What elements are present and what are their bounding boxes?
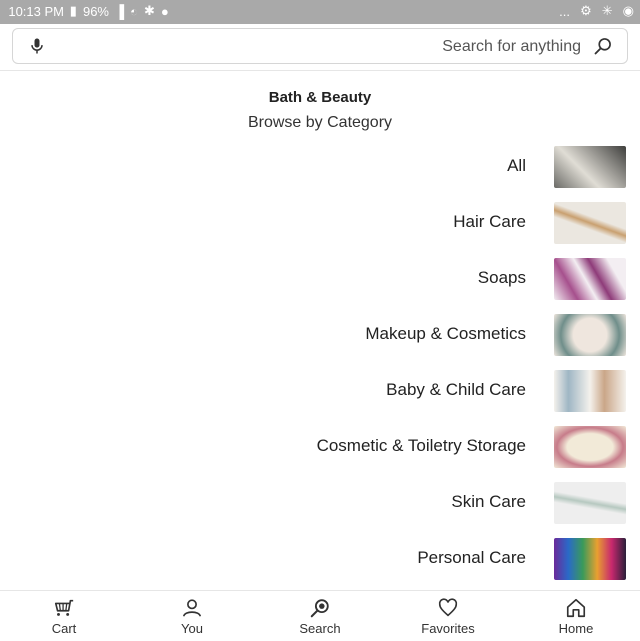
category-row-soaps[interactable]: Soaps bbox=[0, 252, 640, 308]
signal-icon: ▌ bbox=[114, 3, 125, 19]
heart-icon bbox=[438, 598, 458, 617]
status-time: 10:13 PM bbox=[8, 3, 64, 19]
settings-icon: ⚙ bbox=[580, 3, 592, 18]
category-thumbnail bbox=[554, 258, 626, 300]
category-thumbnail bbox=[554, 146, 626, 188]
category-row-hair-care[interactable]: Hair Care bbox=[0, 196, 640, 252]
category-label: Baby & Child Care bbox=[386, 380, 526, 399]
search-icon bbox=[310, 599, 329, 618]
person-icon bbox=[182, 599, 202, 617]
search-icon bbox=[594, 38, 611, 55]
category-label: Makeup & Cosmetics bbox=[365, 324, 526, 343]
location-icon: ◉ bbox=[622, 3, 634, 18]
search-bar[interactable] bbox=[12, 28, 628, 64]
category-thumbnail bbox=[554, 370, 626, 412]
category-thumbnail bbox=[554, 202, 626, 244]
nav-home[interactable]: Home bbox=[512, 591, 640, 641]
category-thumbnail bbox=[554, 314, 626, 356]
app-screen: ◉ ✳ ⚙ ... ● ✱ ◔ ▌ 96% ▮ 10:13 PM Bath & … bbox=[0, 0, 640, 641]
category-label: Hair Care bbox=[453, 212, 526, 231]
category-row-baby-child-care[interactable]: Baby & Child Care bbox=[0, 364, 640, 420]
battery-percent: 96% bbox=[82, 3, 109, 19]
nav-label: Favorites bbox=[421, 621, 475, 636]
location-icon: ● bbox=[160, 3, 169, 19]
category-label: All bbox=[507, 156, 526, 175]
nav-label: Home bbox=[558, 621, 594, 636]
category-label: Personal Care bbox=[417, 548, 526, 567]
status-right: ● ✱ ◔ ▌ 96% ▮ 10:13 PM bbox=[8, 3, 169, 19]
fan-icon: ✳ bbox=[601, 3, 613, 18]
microphone-icon[interactable] bbox=[27, 36, 47, 56]
category-label: Soaps bbox=[477, 268, 526, 287]
category-list: All Hair Care Soaps Makeup & Cosmetics B… bbox=[0, 140, 640, 588]
nav-label: Search bbox=[299, 621, 341, 636]
nav-search[interactable]: Search bbox=[256, 591, 384, 641]
category-row-personal-care[interactable]: Personal Care bbox=[0, 532, 640, 588]
category-thumbnail bbox=[554, 482, 626, 524]
category-thumbnail bbox=[554, 426, 626, 468]
nav-label: Cart bbox=[51, 621, 77, 636]
category-row-all[interactable]: All bbox=[0, 140, 640, 196]
divider bbox=[0, 70, 640, 71]
category-row-cosmetic-toiletry-storage[interactable]: Cosmetic & Toiletry Storage bbox=[0, 420, 640, 476]
battery-icon: ▮ bbox=[69, 3, 77, 18]
nav-cart[interactable]: Cart bbox=[0, 591, 128, 641]
page-title: Bath & Beauty bbox=[268, 89, 372, 106]
nav-favorites[interactable]: Favorites bbox=[384, 591, 512, 641]
search-input[interactable] bbox=[99, 35, 583, 59]
status-overflow: ... bbox=[559, 3, 571, 19]
nav-you[interactable]: You bbox=[128, 591, 256, 641]
page-subtitle: Browse by Category bbox=[247, 114, 393, 131]
bluetooth-icon: ✱ bbox=[143, 3, 155, 18]
category-row-makeup-cosmetics[interactable]: Makeup & Cosmetics bbox=[0, 308, 640, 364]
category-thumbnail bbox=[554, 538, 626, 580]
home-icon bbox=[566, 598, 586, 618]
category-label: Cosmetic & Toiletry Storage bbox=[316, 436, 526, 455]
status-left: ◉ ✳ ⚙ ... bbox=[559, 3, 634, 19]
status-bar: ◉ ✳ ⚙ ... ● ✱ ◔ ▌ 96% ▮ 10:13 PM bbox=[0, 0, 640, 24]
category-row-skin-care[interactable]: Skin Care bbox=[0, 476, 640, 532]
category-label: Skin Care bbox=[451, 492, 526, 511]
nav-label: You bbox=[181, 621, 203, 636]
wifi-icon: ◔ bbox=[130, 3, 138, 19]
cart-icon bbox=[54, 599, 74, 616]
bottom-nav: Home Favorites Search You Cart bbox=[0, 590, 640, 641]
